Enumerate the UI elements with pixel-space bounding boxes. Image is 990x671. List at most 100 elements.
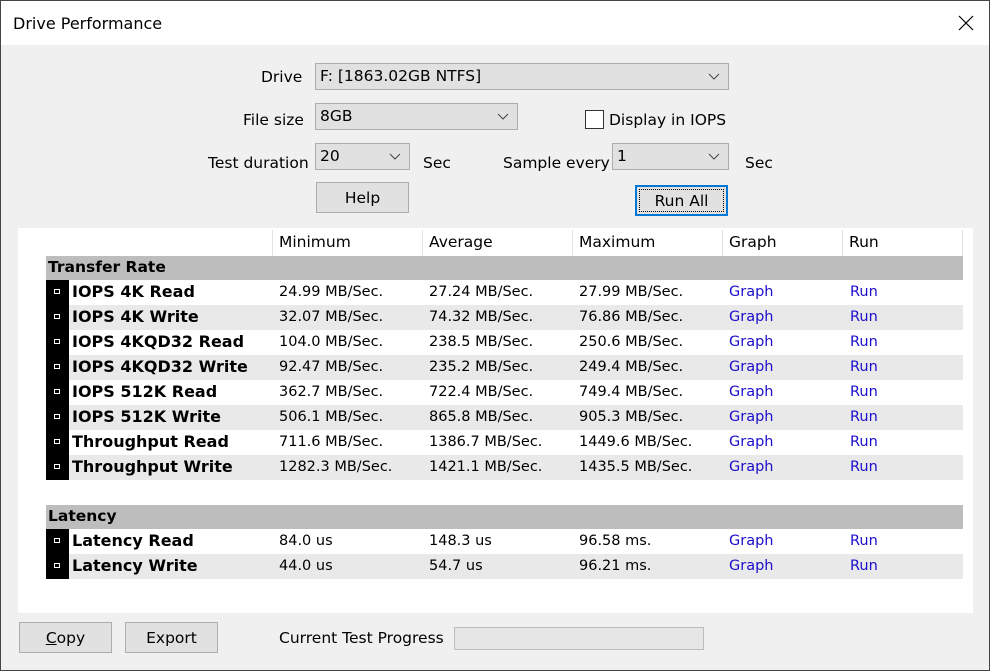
close-icon [958,15,974,31]
average-value: 54.7 us [429,558,483,574]
run-all-button[interactable]: Run All [635,185,728,216]
maximum-value: 1435.5 MB/Sec. [579,459,693,475]
copy-button-label: Copy [45,628,86,647]
section-header: Transfer Rate [46,256,963,280]
graph-link[interactable]: Graph [729,284,773,300]
average-value: 74.32 MB/Sec. [429,309,534,325]
column-header-minimum: Minimum [279,233,351,251]
drive-select[interactable]: F: [1863.02GB NTFS] [315,63,729,90]
table-row: Throughput Read 711.6 MB/Sec. 1386.7 MB/Se… [46,430,963,455]
row-marker-icon[interactable] [46,280,69,305]
minimum-value: 32.07 MB/Sec. [279,309,384,325]
run-link[interactable]: Run [850,334,878,350]
column-header-maximum: Maximum [579,233,656,251]
row-marker-icon[interactable] [46,330,69,355]
graph-link[interactable]: Graph [729,459,773,475]
graph-link[interactable]: Graph [729,434,773,450]
row-marker-icon[interactable] [46,529,69,554]
test-name: IOPS 4KQD32 Write [72,357,248,376]
graph-link[interactable]: Graph [729,334,773,350]
title-bar: Drive Performance [1,1,989,45]
test-progress-bar [454,627,704,650]
maximum-value: 96.21 ms. [579,558,652,574]
column-header-run: Run [849,233,879,251]
row-marker-icon[interactable] [46,305,69,330]
table-row: IOPS 4K Read 24.99 MB/Sec. 27.24 MB/Sec. 27… [46,280,963,305]
maximum-value: 749.4 MB/Sec. [579,384,684,400]
minimum-value: 84.0 us [279,533,333,549]
drive-label: Drive [261,68,303,86]
run-link[interactable]: Run [850,384,878,400]
export-button[interactable]: Export [125,622,218,653]
average-value: 148.3 us [429,533,492,549]
run-link[interactable]: Run [850,533,878,549]
section-title: Latency [48,507,117,525]
drive-performance-dialog: Drive Performance Drive F: [1863.02GB NT… [0,0,990,671]
section-header: Latency [46,505,963,529]
minimum-value: 92.47 MB/Sec. [279,359,384,375]
chevron-down-icon [497,113,509,120]
display-iops-label: Display in IOPS [609,111,727,129]
run-link[interactable]: Run [850,558,878,574]
test-name: IOPS 512K Read [72,382,218,401]
run-link[interactable]: Run [850,459,878,475]
file-size-select[interactable]: 8GB [315,103,518,130]
maximum-value: 96.58 ms. [579,533,652,549]
run-link[interactable]: Run [850,359,878,375]
row-marker-icon[interactable] [46,355,69,380]
minimum-value: 24.99 MB/Sec. [279,284,384,300]
average-value: 865.8 MB/Sec. [429,409,534,425]
run-link[interactable]: Run [850,409,878,425]
file-size-value: 8GB [320,107,353,125]
average-value: 1421.1 MB/Sec. [429,459,543,475]
minimum-value: 362.7 MB/Sec. [279,384,384,400]
chevron-down-icon [708,153,720,160]
table-row: IOPS 4K Write 32.07 MB/Sec. 74.32 MB/Sec. 7… [46,305,963,330]
close-button[interactable] [943,1,989,45]
row-marker-icon[interactable] [46,380,69,405]
average-value: 235.2 MB/Sec. [429,359,534,375]
test-name: Latency Write [72,556,198,575]
maximum-value: 249.4 MB/Sec. [579,359,684,375]
test-duration-unit: Sec [423,154,451,172]
minimum-value: 711.6 MB/Sec. [279,434,384,450]
maximum-value: 76.86 MB/Sec. [579,309,684,325]
table-row: IOPS 512K Write 506.1 MB/Sec. 865.8 MB/Sec… [46,405,963,430]
graph-link[interactable]: Graph [729,384,773,400]
help-button[interactable]: Help [316,182,409,213]
maximum-value: 250.6 MB/Sec. [579,334,684,350]
table-row: IOPS 4KQD32 Write 92.47 MB/Sec. 235.2 MB/S… [46,355,963,380]
test-duration-value: 20 [320,147,340,165]
maximum-value: 1449.6 MB/Sec. [579,434,693,450]
test-name: IOPS 4KQD32 Read [72,332,245,351]
table-row: IOPS 512K Read 362.7 MB/Sec. 722.4 MB/Sec.… [46,380,963,405]
table-row: Throughput Write 1282.3 MB/Sec. 1421.1 MB/… [46,455,963,480]
minimum-value: 506.1 MB/Sec. [279,409,384,425]
test-name: IOPS 512K Write [72,407,221,426]
test-name: Throughput Write [72,457,233,476]
graph-link[interactable]: Graph [729,533,773,549]
minimum-value: 1282.3 MB/Sec. [279,459,393,475]
minimum-value: 44.0 us [279,558,333,574]
test-name: IOPS 4K Read [72,282,195,301]
average-value: 27.24 MB/Sec. [429,284,534,300]
chevron-down-icon [389,153,401,160]
sample-every-select[interactable]: 1 [612,143,729,170]
row-marker-icon[interactable] [46,554,69,579]
graph-link[interactable]: Graph [729,309,773,325]
table-row: IOPS 4KQD32 Read 104.0 MB/Sec. 238.5 MB/Se… [46,330,963,355]
row-marker-icon[interactable] [46,405,69,430]
copy-button[interactable]: Copy [19,622,112,653]
column-header-average: Average [429,233,493,251]
display-iops-checkbox[interactable] [585,110,604,129]
run-link[interactable]: Run [850,284,878,300]
run-link[interactable]: Run [850,309,878,325]
graph-link[interactable]: Graph [729,558,773,574]
row-marker-icon[interactable] [46,430,69,455]
row-marker-icon[interactable] [46,455,69,480]
test-duration-select[interactable]: 20 [315,143,410,170]
graph-link[interactable]: Graph [729,409,773,425]
average-value: 238.5 MB/Sec. [429,334,534,350]
graph-link[interactable]: Graph [729,359,773,375]
run-link[interactable]: Run [850,434,878,450]
